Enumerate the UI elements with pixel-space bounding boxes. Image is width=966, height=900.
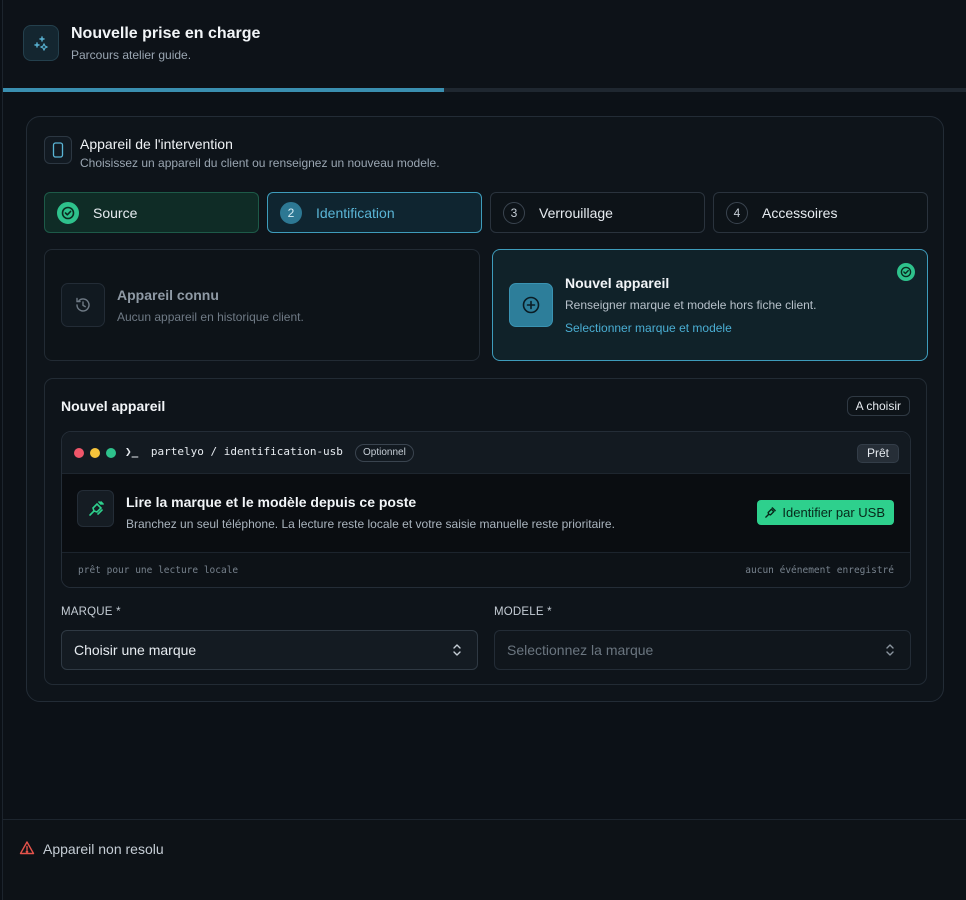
page-header: Nouvelle prise en charge Parcours atelie… (3, 0, 966, 88)
card-subtitle: Choisissez un appareil du client ou rens… (80, 156, 440, 170)
step-identification[interactable]: 2 Identification (267, 192, 482, 233)
window-dot-yellow (90, 448, 100, 458)
chevron-up-down-icon (453, 644, 461, 656)
brand-label: MARQUE * (61, 606, 121, 618)
plus-circle-icon (509, 283, 553, 327)
new-device-panel: Nouvel appareil A choisir ❯_ partelyo / … (44, 378, 927, 685)
brand-select[interactable]: Choisir une marque (61, 630, 478, 670)
step-label: Verrouillage (539, 204, 613, 221)
footer-status-text: Appareil non resolu (43, 841, 164, 857)
step-number: 2 (280, 201, 302, 224)
terminal-path-text: partelyo / identification-usb (150, 445, 343, 458)
history-icon (61, 283, 105, 327)
ready-badge: Prêt (856, 444, 899, 463)
check-circle-icon (57, 201, 79, 224)
terminal-titlebar: ❯_ partelyo / identification-usb Optionn… (62, 432, 910, 474)
window-dot-green (106, 448, 116, 458)
option-new-device[interactable]: Nouvel appareil Renseigner marque et mod… (492, 249, 928, 361)
model-select-value: Selectionnez la marque (507, 642, 654, 658)
step-verrouillage[interactable]: 3 Verrouillage (490, 192, 705, 233)
step-label: Accessoires (762, 204, 838, 221)
usb-description: Branchez un seul téléphone. La lecture r… (126, 517, 615, 531)
step-number: 4 (726, 201, 748, 224)
status-footer: Appareil non resolu (3, 819, 966, 900)
terminal-status-text: prêt pour une lecture locale (78, 565, 239, 576)
option-desc: Aucun appareil en historique client. (117, 310, 304, 324)
sparkles-icon (23, 25, 59, 61)
select-brand-model-link[interactable]: Selectionner marque et modele (565, 321, 732, 335)
status-badge: A choisir (846, 396, 910, 416)
model-label: MODELE * (494, 606, 552, 618)
usb-terminal: ❯_ partelyo / identification-usb Optionn… (61, 431, 911, 588)
identify-usb-label: Identifier par USB (782, 505, 885, 520)
app-frame: Nouvelle prise en charge Parcours atelie… (2, 0, 966, 900)
step-accessoires[interactable]: 4 Accessoires (713, 192, 928, 233)
page-title: Nouvelle prise en charge (71, 25, 261, 42)
step-source[interactable]: Source (44, 192, 259, 233)
warning-icon (19, 841, 35, 855)
step-label: Source (93, 204, 138, 221)
panel-title: Nouvel appareil (61, 398, 166, 414)
usb-plug-icon (765, 507, 777, 518)
terminal-path: ❯_ partelyo / identification-usb (125, 445, 343, 458)
identify-usb-button[interactable]: Identifier par USB (757, 500, 894, 525)
terminal-footer: prêt pour une lecture locale aucun événe… (62, 552, 910, 587)
option-known-device[interactable]: Appareil connu Aucun appareil en histori… (44, 249, 480, 361)
option-title: Nouvel appareil (565, 275, 670, 291)
device-card: Appareil de l'intervention Choisissez un… (26, 116, 944, 702)
terminal-prompt-icon: ❯_ (125, 445, 139, 458)
optional-badge: Optionnel (355, 444, 414, 462)
terminal-events-text: aucun événement enregistré (745, 565, 894, 576)
brand-select-value: Choisir une marque (74, 642, 197, 658)
option-title: Appareil connu (117, 287, 219, 303)
card-title: Appareil de l'intervention (80, 136, 233, 152)
step-number: 3 (503, 201, 525, 224)
model-select[interactable]: Selectionnez la marque (494, 630, 911, 670)
step-label: Identification (316, 204, 395, 221)
smartphone-icon (44, 136, 72, 164)
page-subtitle: Parcours atelier guide. (71, 48, 192, 62)
selected-check-icon (897, 263, 915, 281)
window-dot-red (74, 448, 84, 458)
usb-cable-icon (77, 490, 114, 527)
chevron-up-down-icon (886, 644, 894, 656)
wizard-progress-bar (3, 88, 966, 92)
wizard-progress-fill (3, 88, 444, 92)
usb-heading: Lire la marque et le modèle depuis ce po… (126, 494, 417, 510)
terminal-body: Lire la marque et le modèle depuis ce po… (62, 474, 910, 551)
option-desc: Renseigner marque et modele hors fiche c… (565, 298, 817, 312)
